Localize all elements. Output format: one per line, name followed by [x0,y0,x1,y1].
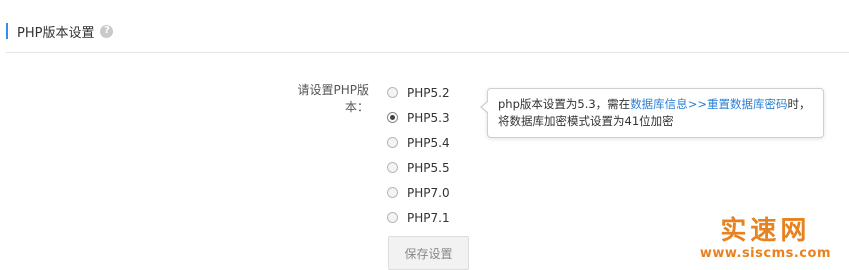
radio-label: PHP5.2 [407,85,450,100]
tooltip-suffix: 时， [787,97,811,111]
watermark-title: 实速网 [720,216,811,246]
radio-option-php52[interactable]: PHP5.2 [387,80,450,105]
page-title: PHP版本设置 [17,25,95,41]
tooltip-line-2: 将数据库加密模式设置为41位加密 [498,114,674,128]
radio-option-php53[interactable]: PHP5.3 [387,105,450,130]
radio-label: PHP7.0 [407,185,450,200]
radio-label: PHP5.4 [407,135,450,150]
tooltip-prefix: php版本设置为5.3，需在 [498,97,631,111]
radio-option-php71[interactable]: PHP7.1 [387,205,450,230]
watermark-url: www.siscms.com [699,246,831,261]
radio-option-php54[interactable]: PHP5.4 [387,130,450,155]
save-button[interactable]: 保存设置 [388,236,469,270]
radio-button[interactable] [387,137,398,148]
watermark: 实速网 www.siscms.com [700,216,831,261]
php-version-radio-group: PHP5.2 PHP5.3 PHP5.4 PHP5.5 PHP7.0 PHP7.… [387,80,450,230]
question-circle-icon[interactable]: ? [100,24,114,38]
divider [6,52,849,53]
section-header: PHP版本设置 ? [6,20,114,42]
radio-button-checked[interactable] [387,112,398,123]
radio-button[interactable] [387,187,398,198]
version-tooltip: php版本设置为5.3，需在数据库信息>>重置数据库密码时， 将数据库加密模式设… [480,88,824,138]
radio-option-php70[interactable]: PHP7.0 [387,180,450,205]
radio-label: PHP5.5 [407,160,450,175]
radio-button[interactable] [387,87,398,98]
radio-label: PHP5.3 [407,110,450,125]
accent-bar [6,23,8,39]
link-separator: >> [687,97,707,111]
db-info-link[interactable]: 数据库信息 [630,97,688,111]
radio-option-php55[interactable]: PHP5.5 [387,155,450,180]
tooltip-line-1: php版本设置为5.3，需在数据库信息>>重置数据库密码时， [498,96,813,113]
radio-label: PHP7.1 [407,210,450,225]
php-version-label: 请设置PHP版本： [297,83,370,114]
radio-button[interactable] [387,212,398,223]
reset-db-password-link[interactable]: 重置数据库密码 [707,97,788,111]
radio-button[interactable] [387,162,398,173]
